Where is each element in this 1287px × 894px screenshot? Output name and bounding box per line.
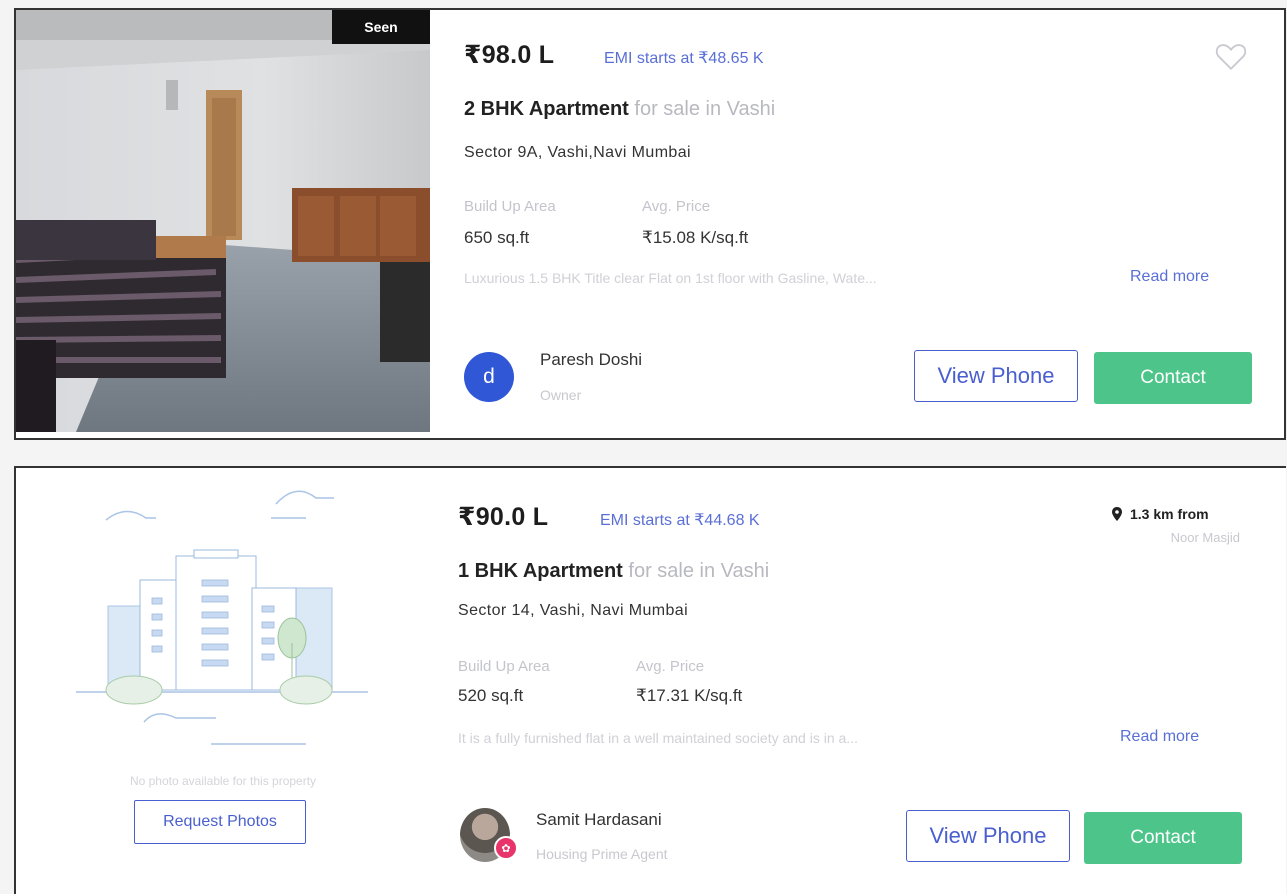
description: Luxurious 1.5 BHK Title clear Flat on 1s… bbox=[464, 270, 877, 286]
area-value: 520 sq.ft bbox=[458, 686, 524, 705]
view-phone-button[interactable]: View Phone bbox=[906, 810, 1070, 862]
prime-badge-icon: ✿ bbox=[494, 836, 518, 860]
address: Sector 9A, Vashi,Navi Mumbai bbox=[464, 144, 691, 161]
seen-badge: Seen bbox=[332, 10, 430, 44]
read-more-link[interactable]: Read more bbox=[1120, 728, 1199, 746]
bhk-type: 1 BHK Apartment bbox=[458, 560, 623, 582]
avg-price-value: ₹15.08 K/sq.ft bbox=[642, 228, 749, 247]
view-phone-button[interactable]: View Phone bbox=[914, 350, 1078, 402]
listing-price: ₹90.0 L bbox=[458, 503, 549, 531]
request-photos-button[interactable]: Request Photos bbox=[134, 800, 306, 844]
emi-link[interactable]: EMI starts at ₹44.68 K bbox=[600, 510, 760, 530]
contact-button[interactable]: Contact bbox=[1084, 812, 1242, 864]
listing-title[interactable]: 1 BHK Apartment for sale in Vashi bbox=[458, 560, 769, 583]
avg-price-label: Avg. Price bbox=[636, 658, 705, 675]
read-more-link[interactable]: Read more bbox=[1130, 268, 1209, 286]
no-photo-placeholder: No photo available for this property Req… bbox=[16, 468, 430, 890]
avg-price-value: ₹17.31 K/sq.ft bbox=[636, 686, 743, 705]
sale-location: for sale in Vashi bbox=[628, 560, 770, 582]
area-value: 650 sq.ft bbox=[464, 228, 530, 247]
listing-info: ₹98.0 L EMI starts at ₹48.65 K 2 BHK Apa… bbox=[464, 10, 1284, 438]
owner-role: Owner bbox=[540, 387, 582, 403]
listing-title[interactable]: 2 BHK Apartment for sale in Vashi bbox=[464, 98, 775, 121]
area-label: Build Up Area bbox=[464, 198, 556, 215]
avatar: d bbox=[464, 352, 514, 402]
distance-info: 1.3 km from bbox=[1112, 506, 1209, 522]
area-label: Build Up Area bbox=[458, 658, 550, 675]
heart-outline-icon[interactable] bbox=[1214, 40, 1248, 72]
listing-price: ₹98.0 L bbox=[464, 41, 555, 69]
owner-role: Housing Prime Agent bbox=[536, 846, 668, 862]
distance-place: Noor Masjid bbox=[1170, 530, 1240, 545]
no-photo-text: No photo available for this property bbox=[129, 774, 317, 788]
avg-price-label: Avg. Price bbox=[642, 198, 711, 215]
bhk-type: 2 BHK Apartment bbox=[464, 98, 629, 120]
owner-name[interactable]: Paresh Doshi bbox=[540, 350, 642, 370]
sale-location: for sale in Vashi bbox=[634, 98, 776, 120]
description: It is a fully furnished flat in a well m… bbox=[458, 730, 858, 746]
listing-card[interactable]: No photo available for this property Req… bbox=[14, 466, 1286, 894]
listing-info: ₹90.0 L EMI starts at ₹44.68 K 1.3 km fr… bbox=[458, 468, 1286, 894]
map-pin-icon bbox=[1112, 507, 1122, 521]
owner-name[interactable]: Samit Hardasani bbox=[536, 810, 662, 830]
distance-text: 1.3 km from bbox=[1130, 506, 1209, 522]
building-illustration bbox=[76, 490, 368, 745]
emi-link[interactable]: EMI starts at ₹48.65 K bbox=[604, 48, 764, 68]
address: Sector 14, Vashi, Navi Mumbai bbox=[458, 602, 689, 619]
contact-button[interactable]: Contact bbox=[1094, 352, 1252, 404]
property-photo[interactable]: Seen bbox=[16, 10, 430, 432]
listing-card[interactable]: Seen ₹98.0 L EMI starts at ₹48.65 K 2 BH… bbox=[14, 8, 1286, 440]
